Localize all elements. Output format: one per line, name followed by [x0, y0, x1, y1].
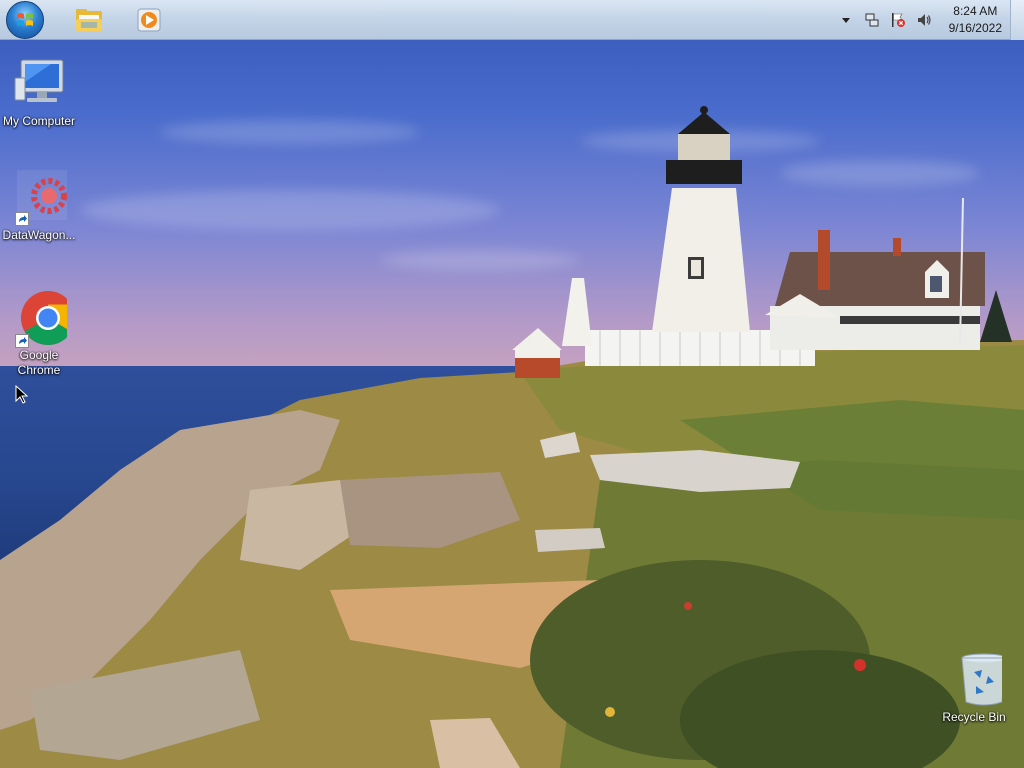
desktop-icon-label: Recycle Bin — [942, 710, 1006, 724]
taskbar-media-player-button[interactable] — [130, 3, 168, 37]
recycle-bin-icon — [946, 652, 1007, 708]
datawagon-gear-icon — [11, 170, 69, 226]
mouse-cursor-icon — [15, 385, 29, 404]
network-tray-button[interactable] — [864, 12, 880, 28]
shortcut-arrow-icon — [15, 212, 29, 226]
windows-logo-icon — [17, 13, 33, 26]
clock-time: 8:24 AM — [953, 4, 998, 18]
desktop-icon-label: Google Chrome — [17, 348, 61, 377]
action-center-tray-button[interactable] — [890, 12, 906, 28]
volume-tray-button[interactable] — [916, 12, 932, 28]
shortcut-arrow-icon — [15, 334, 29, 348]
show-desktop-button[interactable] — [1010, 0, 1024, 40]
desktop-icon-label: DataWagon... — [2, 228, 76, 242]
wallpaper-landscape — [0, 106, 1024, 768]
system-tray: 8:24 AM 9/16/2022 — [833, 0, 1002, 40]
start-button[interactable] — [6, 1, 44, 39]
desktop-icon-datawagon[interactable]: DataWagon... — [1, 170, 77, 243]
desktop[interactable]: 8:24 AM 9/16/2022 My Computer DataWagon.… — [0, 0, 1024, 768]
volume-icon — [917, 14, 931, 26]
desktop-icon-label: My Computer — [2, 114, 76, 128]
play-icon — [137, 8, 161, 32]
network-icon — [865, 13, 879, 27]
show-hidden-icons-button[interactable] — [838, 12, 854, 28]
action-center-flag-icon — [891, 13, 905, 27]
folder-icon — [76, 9, 102, 31]
chevron-down-icon — [841, 18, 850, 23]
taskbar-explorer-button[interactable] — [70, 3, 108, 37]
taskbar: 8:24 AM 9/16/2022 — [0, 0, 1024, 40]
taskbar-clock[interactable]: 8:24 AM 9/16/2022 — [949, 3, 1002, 37]
clock-date: 9/16/2022 — [948, 21, 1002, 35]
chrome-icon — [11, 290, 76, 348]
desktop-icon-google-chrome[interactable]: Google Chrome — [1, 290, 77, 378]
computer-monitor-icon — [11, 56, 67, 112]
desktop-icon-recycle-bin[interactable]: Recycle Bin — [936, 652, 1012, 725]
desktop-icon-my-computer[interactable]: My Computer — [1, 56, 77, 129]
